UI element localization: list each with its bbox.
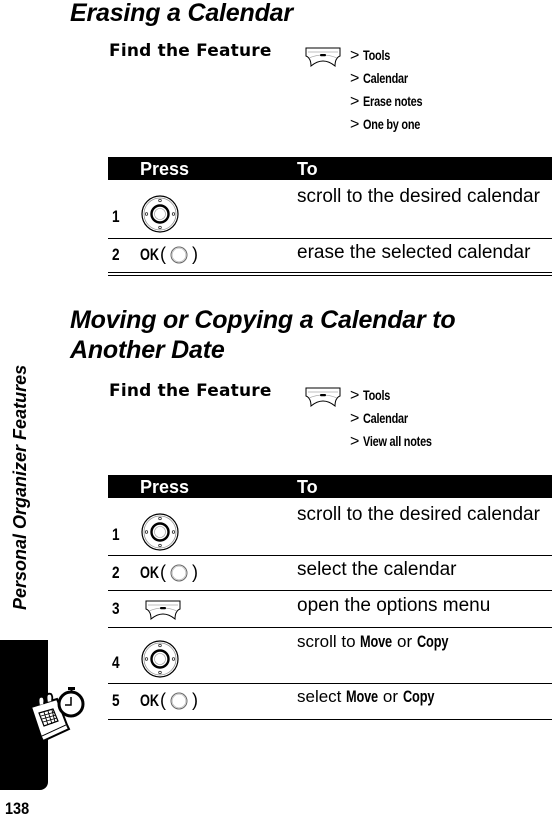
- menu-key-icon: [305, 46, 341, 68]
- paren-open: (: [160, 690, 166, 710]
- ok-key: OK ( ): [140, 244, 198, 265]
- table-bottom-rule: [108, 275, 552, 276]
- table-header: Press To: [108, 475, 552, 498]
- menu-option-copy: Copy: [402, 687, 434, 706]
- page-number: 138: [5, 799, 30, 818]
- nav-key-icon: [140, 194, 180, 234]
- step-description: select Move or Copy: [297, 687, 444, 707]
- paren-open: (: [160, 244, 166, 264]
- step-number: 5: [112, 691, 120, 710]
- paren-close: ): [192, 690, 198, 710]
- header-press: Press: [140, 159, 190, 179]
- table-row: 3 open the options menu: [108, 591, 552, 628]
- header-to: To: [297, 159, 318, 179]
- table-row: 4 scroll to Move or Copy: [108, 628, 552, 684]
- path-item[interactable]: > Tools: [350, 44, 439, 67]
- desc-text: or: [392, 632, 417, 651]
- step-description: scroll to the desired calendar: [297, 504, 540, 525]
- section-heading: Moving or Copying a Calendar to Another …: [70, 306, 456, 364]
- nav-key-icon: [140, 512, 180, 552]
- path-item[interactable]: > Erase notes: [350, 90, 439, 113]
- ok-key: OK ( ): [140, 690, 198, 711]
- nav-key-icon: [140, 639, 180, 679]
- center-select-key-icon: [169, 563, 189, 583]
- desc-text: scroll to: [297, 632, 361, 651]
- section-title-vertical: Personal Organizer Features: [10, 364, 30, 610]
- ok-label: OK: [140, 562, 160, 582]
- paren-open: (: [160, 562, 166, 582]
- ok-label: OK: [140, 244, 160, 264]
- step-number: 2: [112, 563, 120, 582]
- desc-text: select: [297, 687, 347, 706]
- center-select-key-icon: [169, 245, 189, 265]
- menu-option-move: Move: [360, 632, 393, 651]
- ok-label: OK: [140, 690, 160, 710]
- table-row: 2 OK ( ) erase the selected calendar: [108, 239, 552, 273]
- feature-path: > Tools > Calendar > View all notes: [350, 384, 451, 453]
- path-item[interactable]: > Calendar: [350, 67, 439, 90]
- steps-table: Press To 1 scroll to the desired calenda…: [108, 157, 552, 276]
- table-row: 5 OK ( ) select Move or Copy: [108, 684, 552, 720]
- table-row: 2 OK ( ) select the calendar: [108, 556, 552, 591]
- path-item[interactable]: > One by one: [350, 113, 439, 136]
- step-number: 3: [112, 599, 120, 618]
- step-number: 1: [112, 207, 120, 226]
- path-item[interactable]: > Calendar: [350, 407, 451, 430]
- step-number: 2: [112, 245, 120, 264]
- step-description: scroll to the desired calendar: [297, 186, 540, 207]
- path-item[interactable]: > Tools: [350, 384, 451, 407]
- feature-path: > Tools > Calendar > Erase notes > One by on…: [350, 44, 439, 136]
- step-description: scroll to Move or Copy: [297, 632, 459, 652]
- menu-key-icon: [305, 386, 341, 408]
- menu-option-copy: Copy: [416, 632, 449, 651]
- table-header: Press To: [108, 157, 552, 180]
- step-description: erase the selected calendar: [297, 242, 531, 263]
- table-row: 1 scroll to the desired calendar: [108, 498, 552, 556]
- table-row: 1 scroll to the desired calendar: [108, 180, 552, 239]
- path-item[interactable]: > View all notes: [350, 430, 451, 453]
- step-number: 4: [112, 653, 120, 672]
- find-the-feature-label: Find the Feature: [109, 41, 272, 61]
- find-the-feature-label: Find the Feature: [109, 381, 272, 401]
- step-description: select the calendar: [297, 559, 457, 580]
- ok-key: OK ( ): [140, 562, 198, 583]
- center-select-key-icon: [169, 691, 189, 711]
- section-heading: Erasing a Calendar: [70, 0, 293, 27]
- desc-text: or: [378, 687, 403, 706]
- header-to: To: [297, 477, 318, 497]
- menu-key-icon: [145, 599, 181, 621]
- menu-option-move: Move: [346, 687, 379, 706]
- steps-table: Press To 1 scroll to the desired calenda…: [108, 475, 552, 720]
- header-press: Press: [140, 477, 190, 497]
- paren-close: ): [192, 244, 198, 264]
- paren-close: ): [192, 562, 198, 582]
- step-description: open the options menu: [297, 595, 491, 616]
- step-number: 1: [112, 525, 120, 544]
- organizer-calendar-stopwatch-icon: [27, 685, 87, 745]
